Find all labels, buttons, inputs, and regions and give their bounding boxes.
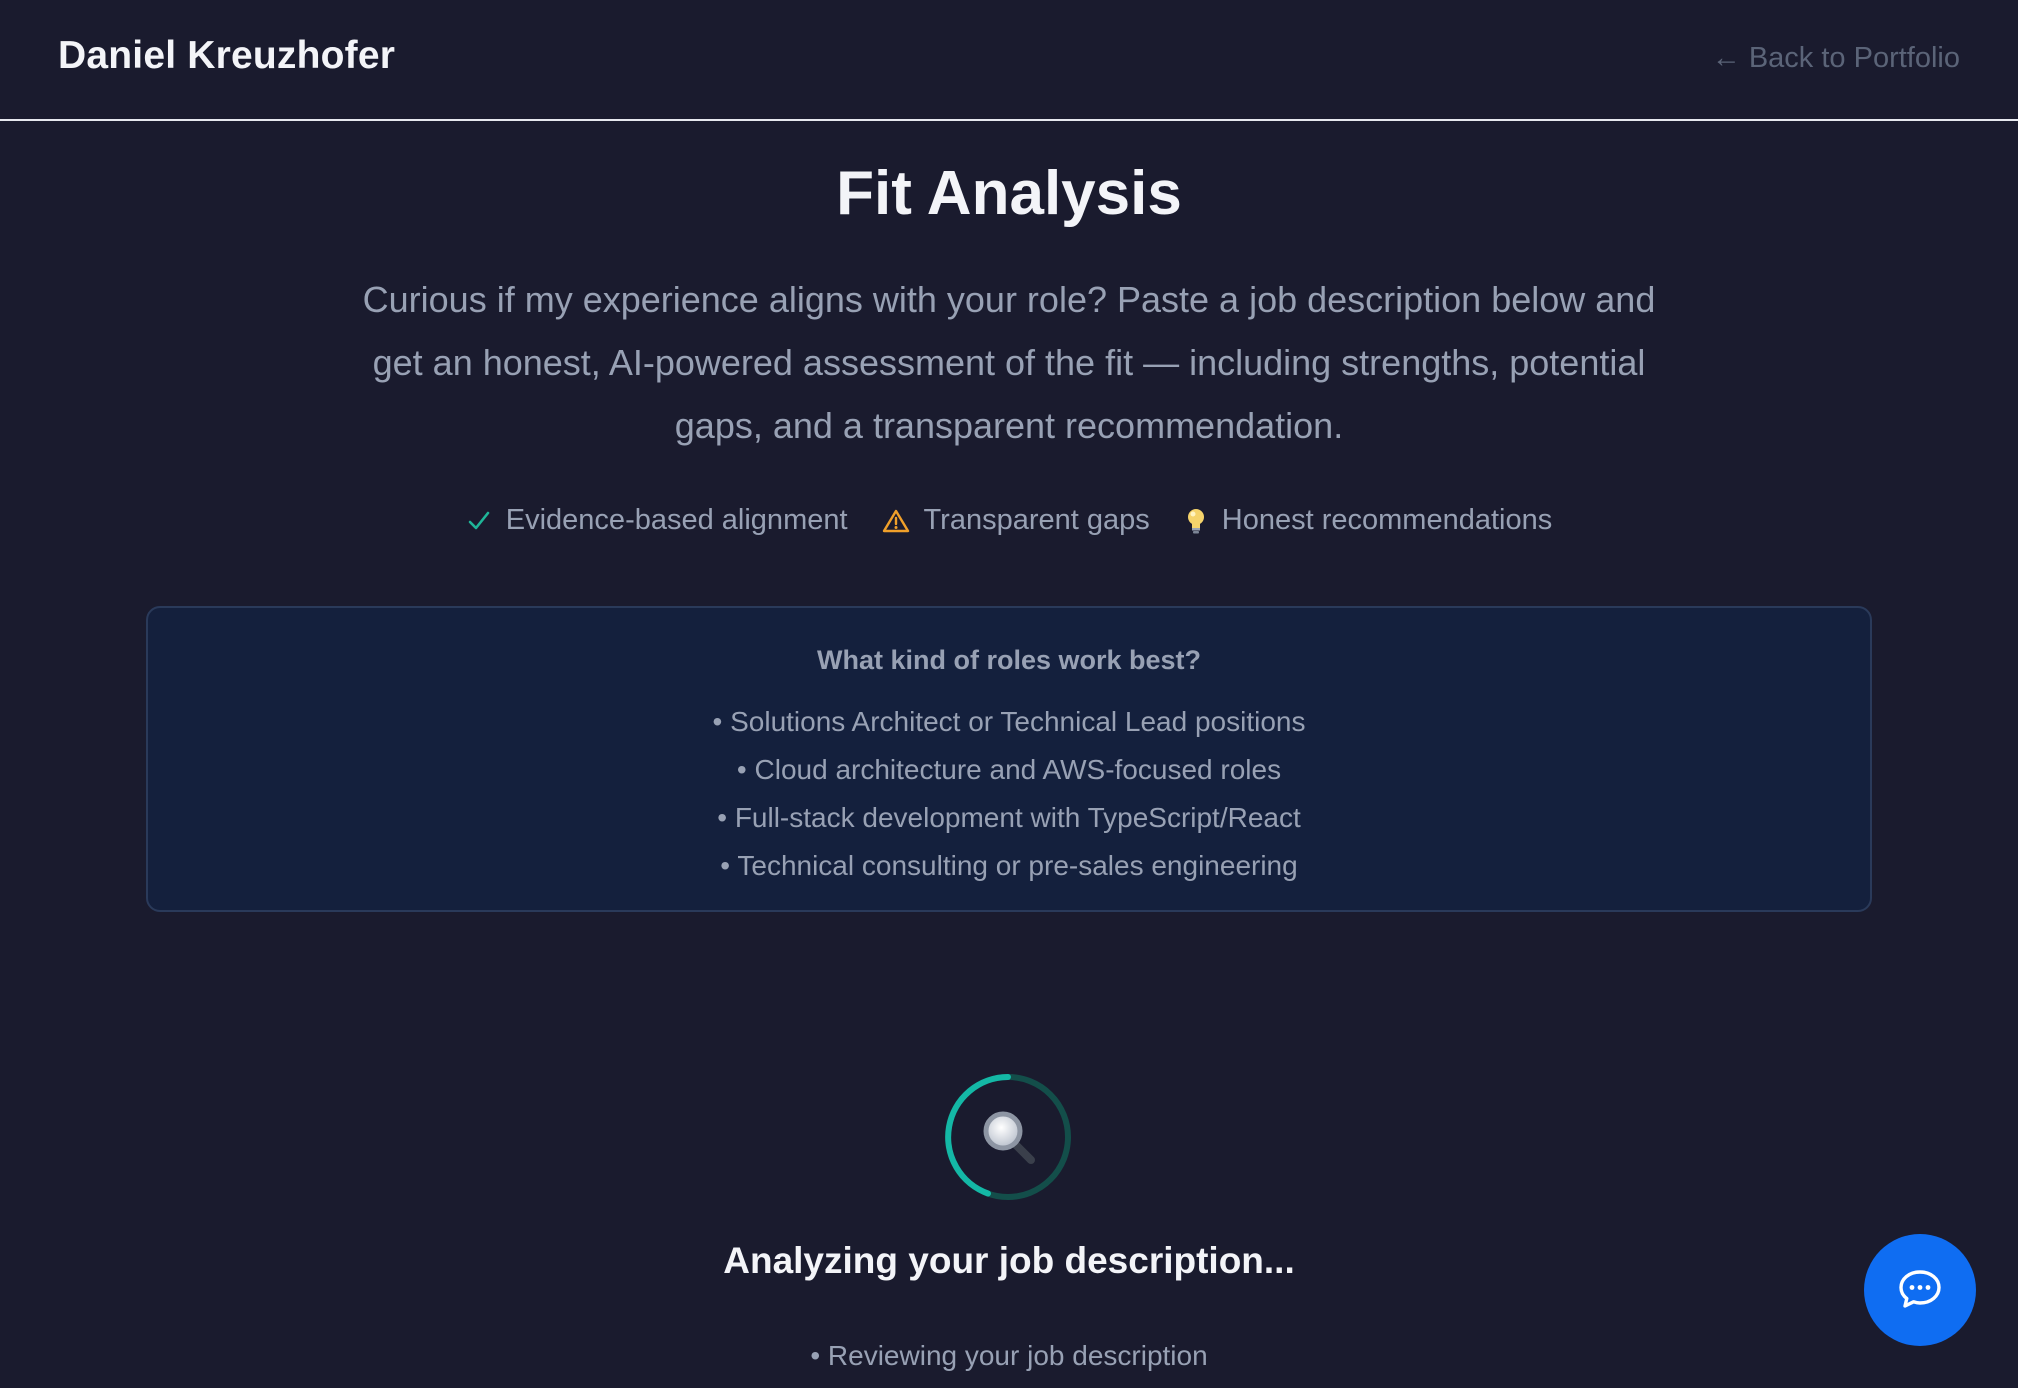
warning-icon <box>882 508 910 534</box>
feature-label: Transparent gaps <box>923 504 1150 536</box>
list-item: • Solutions Architect or Technical Lead … <box>712 706 1306 737</box>
best-roles-card: What kind of roles work best? • Solution… <box>146 606 1872 912</box>
site-brand-name[interactable]: Daniel Kreuzhofer <box>58 34 395 78</box>
feature-honest-recommendations: Honest recommendations <box>1184 504 1552 537</box>
analysis-steps: • Reviewing your job description <box>0 1330 2018 1382</box>
lightbulb-icon <box>1184 506 1208 536</box>
analyzing-status: Analyzing your job description... <box>723 1240 1295 1281</box>
top-navigation: Daniel Kreuzhofer ← Back to Portfolio <box>0 0 2018 121</box>
roles-card-heading: What kind of roles work best? <box>816 645 1202 675</box>
feature-evidence-based: Evidence-based alignment <box>466 504 848 537</box>
loading-spinner <box>943 1072 1073 1202</box>
list-item: • Full-stack development with TypeScript… <box>717 802 1301 833</box>
list-item: • Cloud architecture and AWS-focused rol… <box>736 754 1282 785</box>
list-item: • Technical consulting or pre-sales engi… <box>720 850 1298 881</box>
chat-bubble-icon <box>1897 1268 1943 1313</box>
chat-button[interactable] <box>1864 1234 1976 1346</box>
back-to-portfolio-link[interactable]: ← Back to Portfolio <box>1712 42 1960 75</box>
page-title: Fit Analysis <box>836 159 1182 228</box>
feature-label: Evidence-based alignment <box>505 504 848 536</box>
roles-list: • Solutions Architect or Technical Lead … <box>148 698 1870 890</box>
intro-paragraph: Curious if my experience aligns with you… <box>362 279 1656 446</box>
feature-transparent-gaps: Transparent gaps <box>882 504 1150 537</box>
feature-label: Honest recommendations <box>1221 504 1553 536</box>
list-item: • Reviewing your job description <box>810 1340 1208 1371</box>
feature-highlights: Evidence-based alignment Transparent gap… <box>0 504 2018 537</box>
check-icon <box>466 508 492 534</box>
